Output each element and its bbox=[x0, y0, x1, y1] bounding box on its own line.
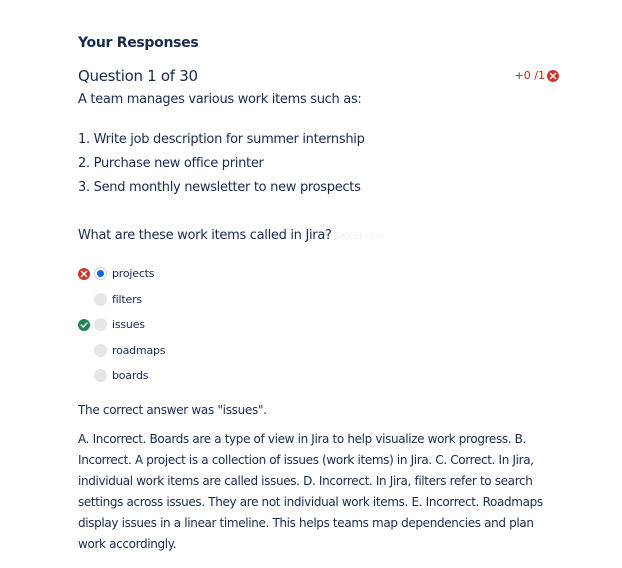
question-header: Question 1 of 30 +0 /1 bbox=[78, 66, 562, 86]
radio-button[interactable] bbox=[94, 292, 107, 306]
page-title: Your Responses bbox=[78, 35, 199, 51]
question-title: Question 1 of 30 bbox=[78, 67, 198, 85]
prompt-text: What are these work items called in Jira… bbox=[78, 228, 332, 243]
score-text: +0 /1 bbox=[514, 69, 545, 82]
question-score: +0 /1 bbox=[515, 69, 559, 82]
option-boards[interactable]: boards bbox=[78, 363, 562, 389]
question-prompt: What are these work items called in Jira… bbox=[78, 224, 562, 249]
option-label: issues bbox=[112, 318, 145, 332]
radio-button[interactable] bbox=[94, 369, 107, 383]
option-label: roadmaps bbox=[112, 343, 166, 357]
question-intro: A team manages various work items such a… bbox=[78, 92, 362, 107]
list-item: 1. Write job description for summer inte… bbox=[78, 132, 365, 147]
option-issues[interactable]: issues bbox=[78, 312, 562, 338]
option-filters[interactable]: filters bbox=[78, 287, 562, 313]
radio-button[interactable] bbox=[94, 318, 107, 332]
work-item-list: 1. Write job description for summer inte… bbox=[78, 128, 562, 200]
list-item: 3. Send monthly newsletter to new prospe… bbox=[78, 180, 361, 195]
answer-options: projects filters issues roadmaps boards bbox=[78, 261, 562, 389]
responses-panel: Your Responses Question 1 of 30 +0 /1 A … bbox=[78, 34, 562, 555]
option-roadmaps[interactable]: roadmaps bbox=[78, 338, 562, 364]
x-circle-icon bbox=[547, 69, 559, 82]
check-circle-icon bbox=[78, 318, 90, 331]
option-label: boards bbox=[112, 369, 149, 383]
answer-explanation: A. Incorrect. Boards are a type of view … bbox=[78, 431, 543, 551]
radio-button[interactable] bbox=[94, 343, 107, 357]
option-label: projects bbox=[112, 267, 155, 281]
x-circle-icon bbox=[78, 267, 90, 280]
correct-answer: The correct answer was "issues". bbox=[78, 402, 267, 417]
list-item: 2. Purchase new office printer bbox=[78, 156, 264, 171]
option-projects[interactable]: projects bbox=[78, 261, 562, 287]
prompt-hint: Select one bbox=[333, 231, 384, 242]
option-label: filters bbox=[112, 292, 142, 306]
radio-button[interactable] bbox=[94, 267, 107, 281]
